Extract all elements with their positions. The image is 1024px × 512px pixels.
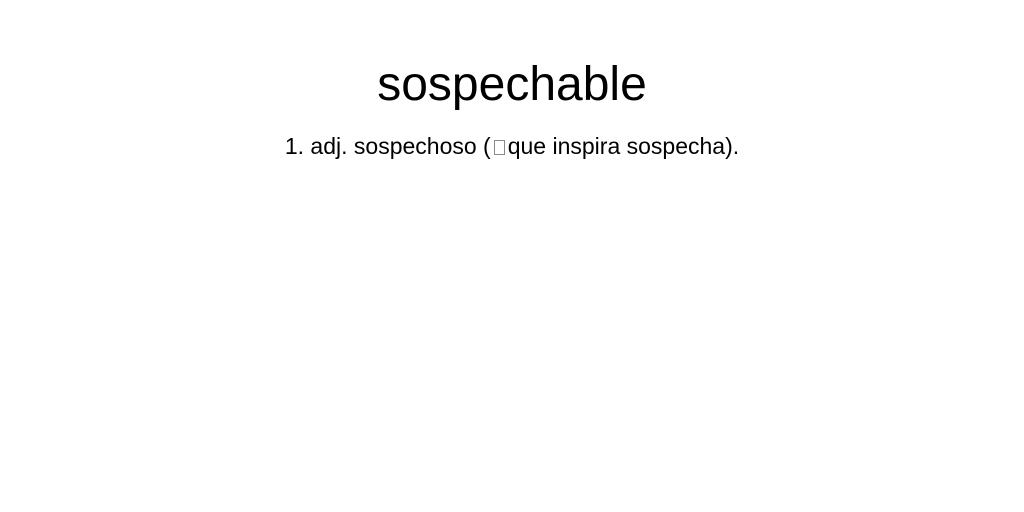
dictionary-entry: sospechable 1. adj. sospechoso ( que insp… xyxy=(0,0,1024,512)
sense-number: 1. xyxy=(284,133,305,159)
gloss-text: que inspira sospecha xyxy=(507,133,726,159)
open-parenthesis: ( xyxy=(483,133,491,159)
headword: sospechable xyxy=(377,58,647,111)
closing-punctuation: ). xyxy=(725,133,740,159)
synonym-link[interactable]: sospechoso xyxy=(354,133,477,159)
missing-glyph-icon xyxy=(493,140,505,155)
definition-line: 1. adj. sospechoso ( que inspira sospecha… xyxy=(0,132,1024,160)
grammatical-category: adj. xyxy=(310,133,348,159)
